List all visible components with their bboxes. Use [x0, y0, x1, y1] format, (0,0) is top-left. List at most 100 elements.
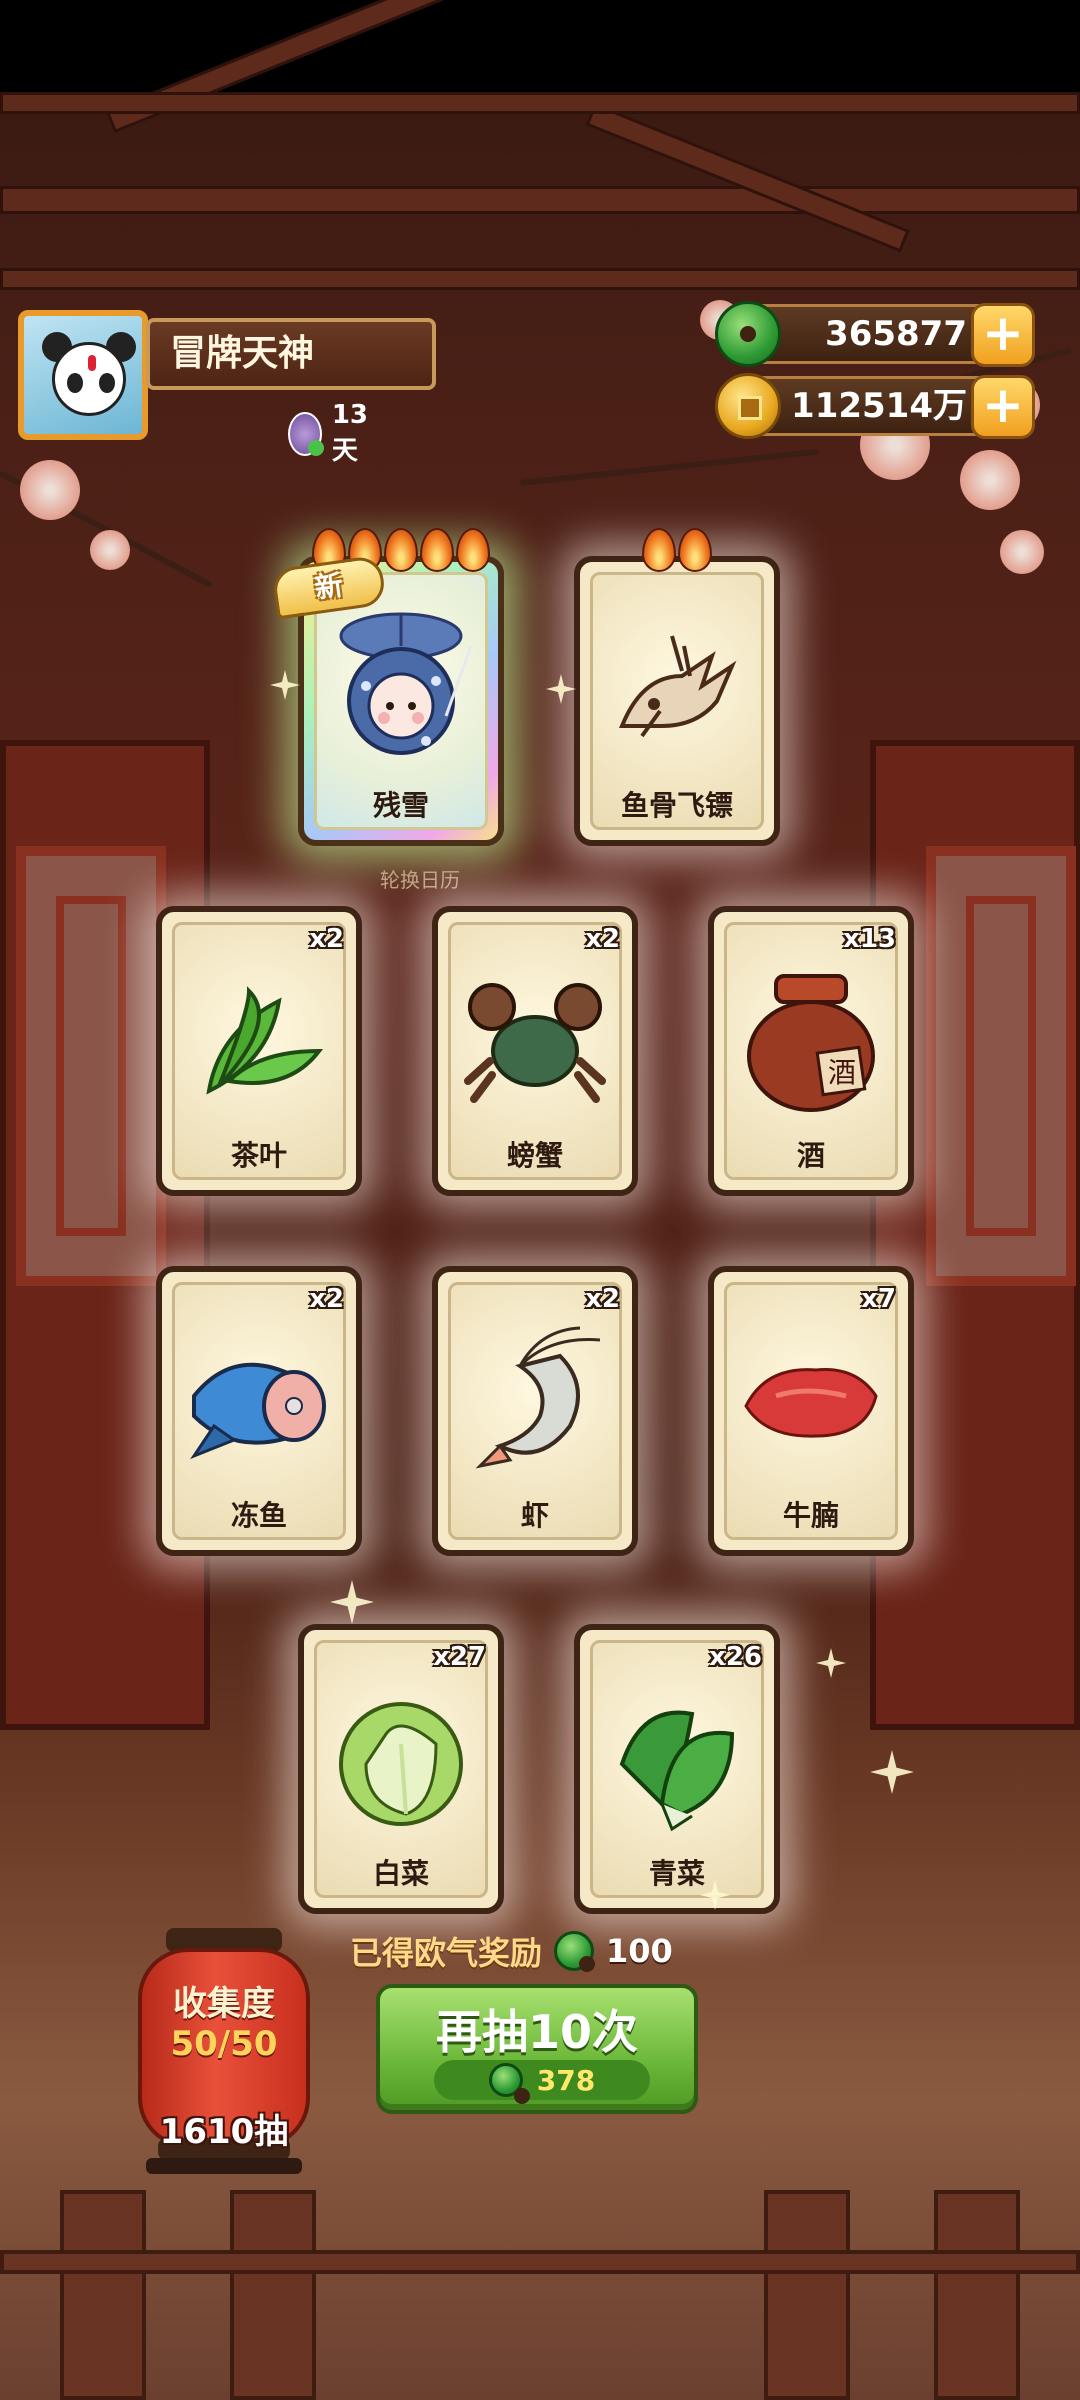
- card-label: 鱼骨飞镖: [620, 789, 733, 822]
- card-label: 冻鱼: [230, 1499, 287, 1532]
- fence-post: [934, 2190, 1020, 2400]
- blossom: [960, 450, 1020, 510]
- jade-icon: [715, 301, 781, 367]
- flame-icon: [456, 528, 490, 572]
- flame-icon: [420, 528, 454, 572]
- rarity-flames: [580, 528, 774, 572]
- blossom: [1000, 530, 1044, 574]
- cabbage-icon: [339, 1701, 463, 1826]
- item-count: x2: [585, 924, 620, 954]
- sparkle: [546, 674, 576, 704]
- bonus-label: 已得欧气奖励: [350, 1934, 543, 1972]
- roof-rafter: [585, 102, 910, 253]
- calendar-caption: 轮换日历: [380, 868, 460, 892]
- fishbone-dart-icon: [619, 635, 737, 738]
- item-count: x27: [433, 1642, 486, 1672]
- item-count: x13: [843, 924, 896, 954]
- player-name: 冒牌天神: [146, 318, 436, 390]
- jade-icon: [554, 1931, 596, 1972]
- jade-currency-bar: 365877 +: [715, 301, 1035, 367]
- luck-bonus: 已得欧气奖励 100: [350, 1928, 673, 1974]
- card-label: 白菜: [372, 1857, 429, 1890]
- flame-icon: [642, 528, 676, 572]
- sparkle: [870, 1750, 914, 1794]
- roof-beam: [0, 268, 1080, 290]
- blossom: [90, 530, 130, 570]
- crab-icon: [464, 982, 606, 1103]
- tea-leaf-icon: [206, 986, 324, 1095]
- jade-icon: [488, 2063, 530, 2104]
- fence-rail: [0, 2250, 1080, 2274]
- draw-button-label: 再抽10次: [435, 2005, 638, 2059]
- card-shrimp[interactable]: x2 虾: [432, 1266, 638, 1556]
- card-crab[interactable]: x2 螃蟹: [432, 906, 638, 1196]
- avatar-face: [52, 342, 126, 416]
- card-label: 牛腩: [782, 1499, 839, 1532]
- avatar-eye: [99, 373, 115, 393]
- card-label: 残雪: [372, 789, 429, 822]
- collection-draws: 1610抽: [159, 2112, 289, 2152]
- item-count: x2: [585, 1284, 620, 1314]
- blossom: [20, 460, 80, 520]
- avatar-eye: [67, 373, 83, 393]
- fence-post: [230, 2190, 316, 2400]
- bonus-amount: 100: [606, 1932, 673, 1970]
- window-lattice-inner: [966, 896, 1036, 1236]
- item-count: x26: [709, 1642, 762, 1672]
- sparkle: [270, 670, 300, 700]
- card-beef[interactable]: x7 牛腩: [708, 1266, 914, 1556]
- draw-cost-amount: 378: [536, 2063, 596, 2097]
- fence-post: [764, 2190, 850, 2400]
- card-frozen-fish[interactable]: x2 冻鱼: [156, 1266, 362, 1556]
- beef-icon: [744, 1367, 878, 1438]
- window-lattice-inner: [56, 896, 126, 1236]
- shrimp-icon: [475, 1326, 601, 1469]
- avatar-mark: [88, 355, 96, 371]
- card-label: 茶叶: [230, 1139, 287, 1172]
- login-days: 13天: [288, 400, 378, 467]
- add-jade-button[interactable]: +: [971, 303, 1035, 367]
- add-coin-button[interactable]: +: [971, 375, 1035, 439]
- lantern-stand: [146, 2158, 302, 2174]
- flame-icon: [678, 528, 712, 572]
- coin-currency-bar: 112514万 +: [715, 373, 1035, 439]
- item-count: x2: [309, 1284, 344, 1314]
- right-window-panel: [870, 740, 1080, 1730]
- window-lattice: [926, 846, 1076, 1286]
- collection-progress: 50/50: [170, 2024, 278, 2064]
- card-fishbone-dart[interactable]: 鱼骨飞镖: [574, 528, 780, 846]
- coin-amount: 112514万: [791, 386, 967, 426]
- roof-beam: [0, 186, 1080, 214]
- draw-cost: 378: [434, 2060, 650, 2104]
- draw-again-button[interactable]: 再抽10次 378: [376, 1984, 698, 2114]
- days-label: 13天: [331, 400, 369, 466]
- flame-icon: [384, 528, 418, 572]
- fence-post: [60, 2190, 146, 2400]
- greens-icon: [619, 1710, 735, 1832]
- collection-lantern-button[interactable]: 收集度 50/50 1610抽: [138, 1928, 310, 2178]
- character-canxue-icon: [339, 612, 473, 755]
- card-cabbage[interactable]: x27 白菜: [298, 1624, 504, 1914]
- sparkle: [330, 1580, 374, 1624]
- card-wine[interactable]: 酒 x13 酒: [708, 906, 914, 1196]
- frozen-fish-icon: [190, 1362, 326, 1460]
- item-count: x2: [309, 924, 344, 954]
- wine-jar-icon: 酒: [747, 973, 875, 1112]
- item-count: x7: [861, 1284, 896, 1314]
- card-tea-leaf[interactable]: x2 茶叶: [156, 906, 362, 1196]
- card-label: 虾: [520, 1499, 549, 1532]
- coin-icon: [715, 373, 781, 439]
- card-greens[interactable]: x26 青菜: [574, 1624, 780, 1914]
- sparkle: [816, 1648, 846, 1678]
- wine-jar-text: 酒: [828, 1056, 856, 1089]
- card-label: 酒: [796, 1139, 825, 1172]
- avatar[interactable]: [18, 310, 148, 440]
- branch: [519, 448, 819, 486]
- card-label: 青菜: [648, 1857, 705, 1890]
- vip-badge-icon: [288, 411, 324, 456]
- game-scene: 冒牌天神 13天 365877 + 112514万 + 残雪 新 鱼骨飞镖 轮换…: [0, 0, 1080, 2400]
- collection-title: 收集度: [173, 1984, 275, 2024]
- card-label: 螃蟹: [506, 1139, 563, 1172]
- window-lattice: [16, 846, 166, 1286]
- card-character-canxue[interactable]: 残雪 新: [271, 528, 504, 846]
